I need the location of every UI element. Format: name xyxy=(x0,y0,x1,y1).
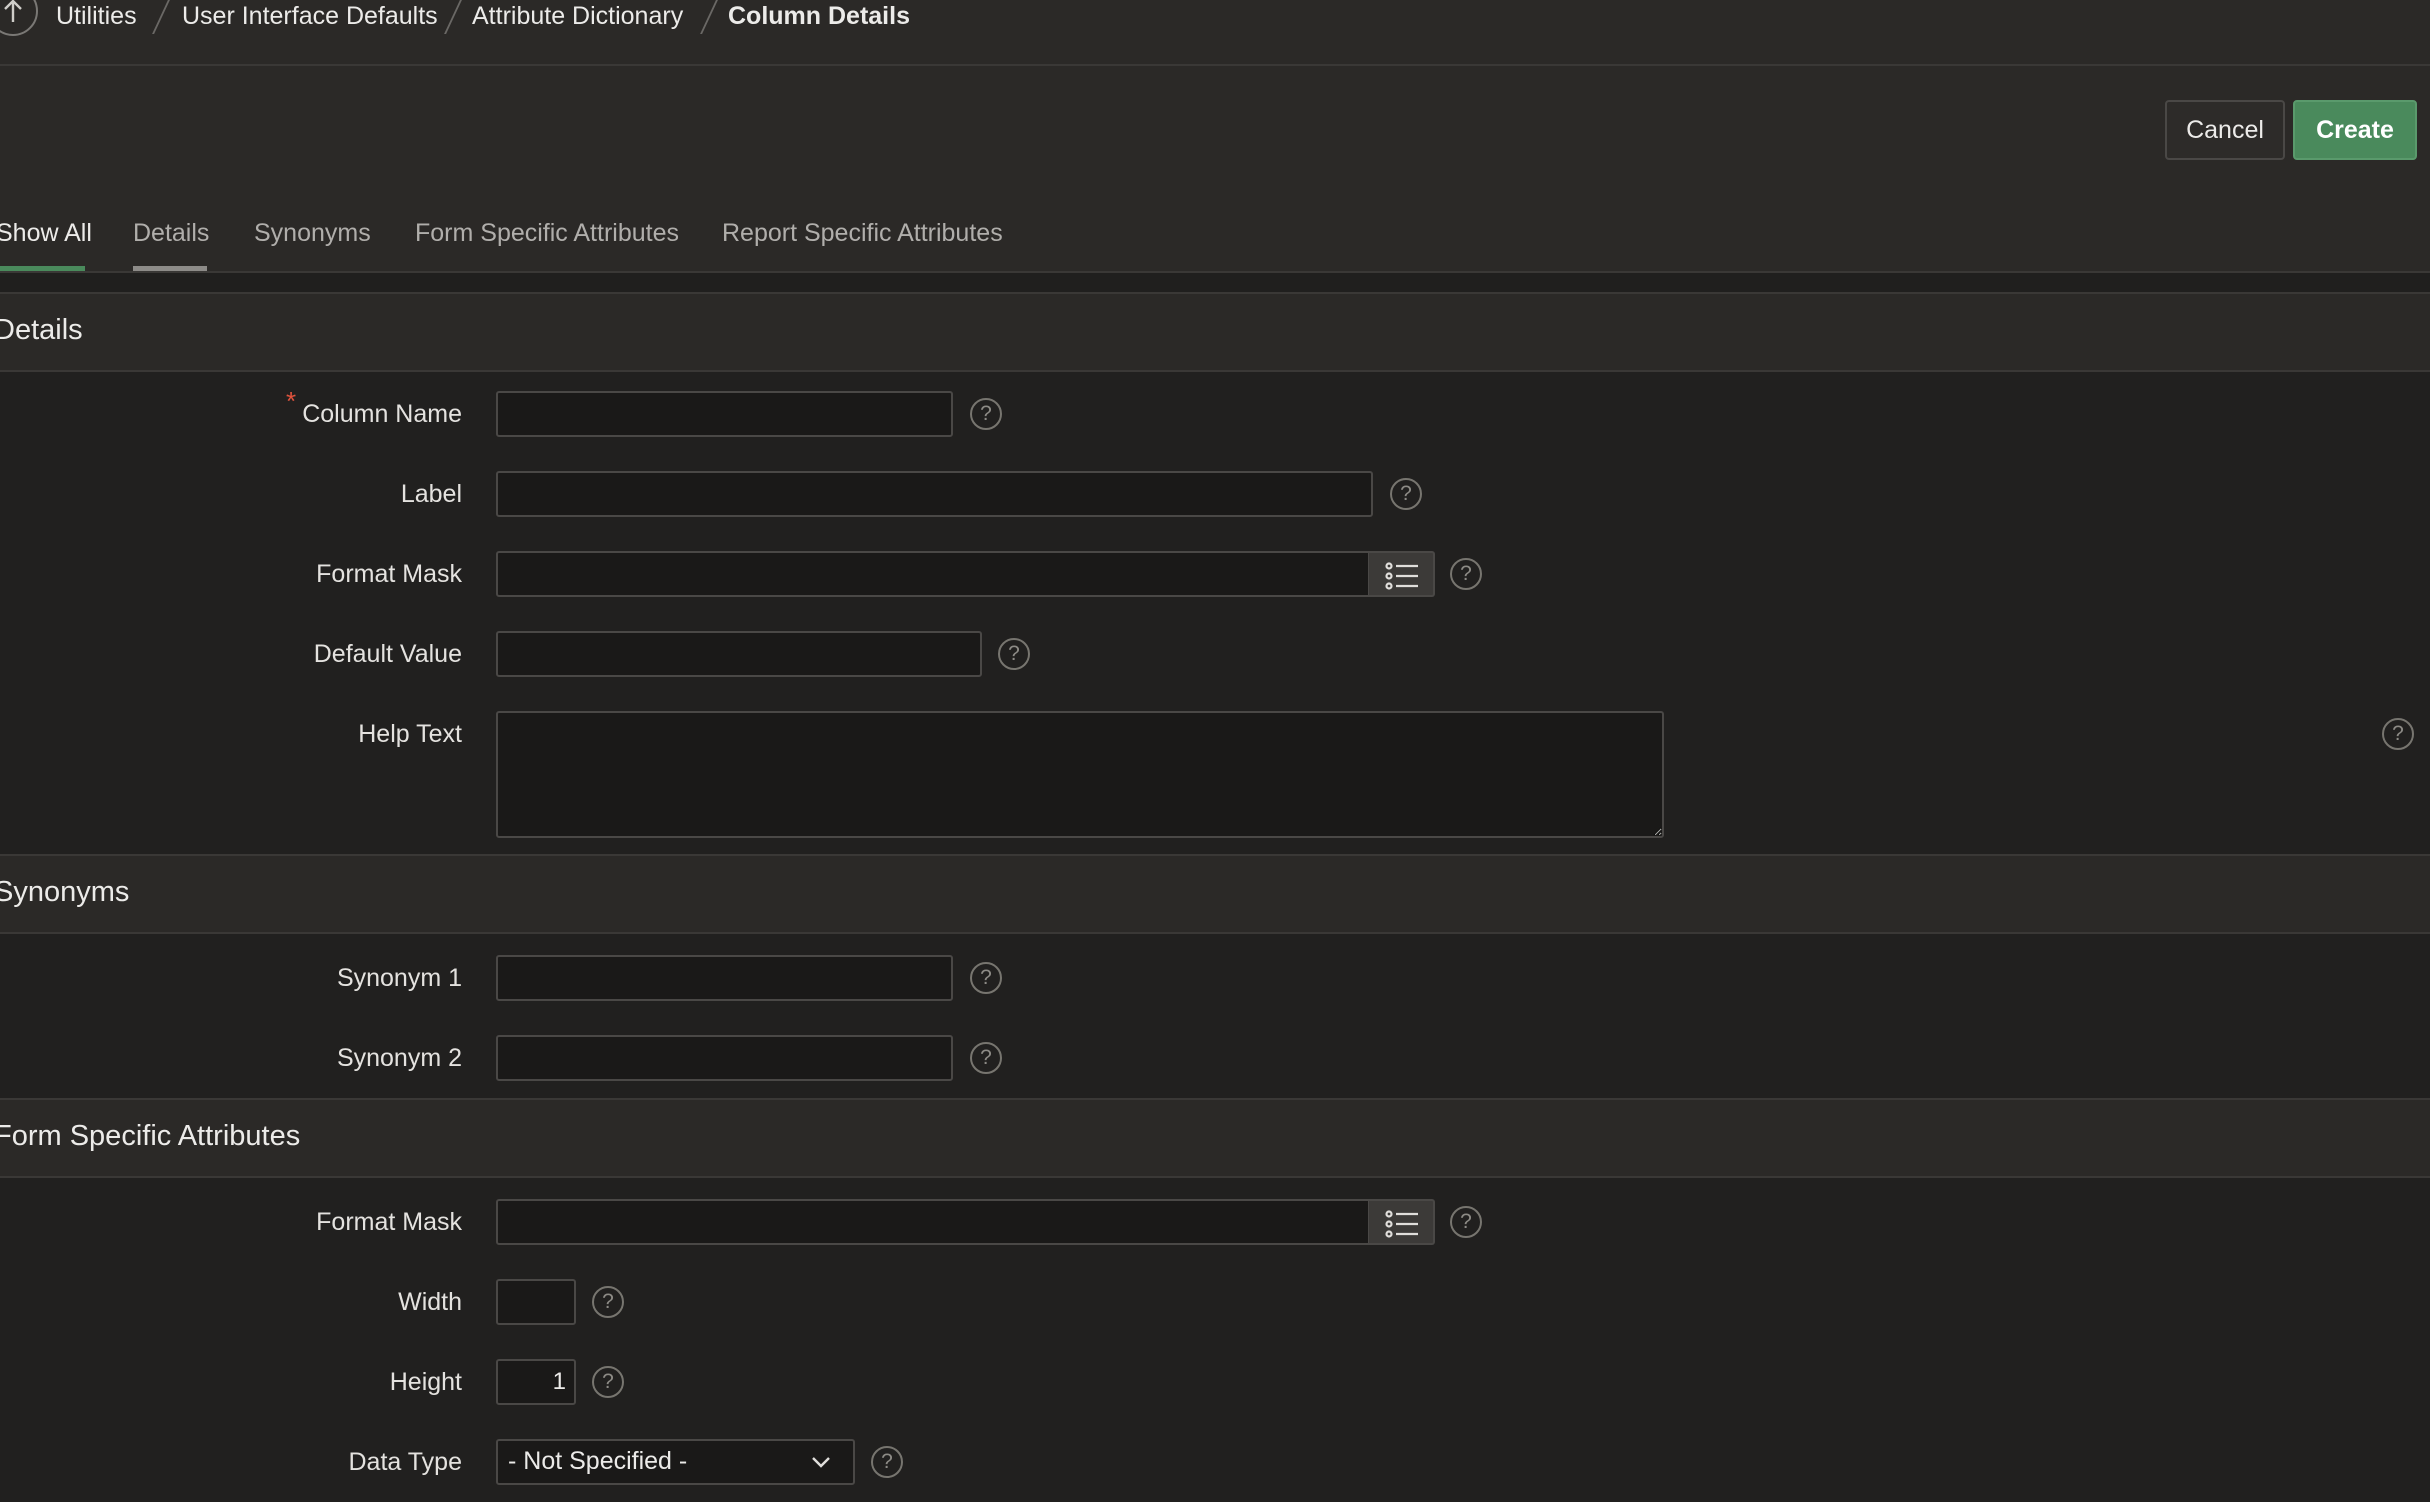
tab-report-specific-attributes[interactable]: Report Specific Attributes xyxy=(722,219,1003,248)
data-type-select[interactable]: - Not Specified - xyxy=(496,1439,855,1485)
synonym-1-input[interactable] xyxy=(496,955,953,1001)
breadcrumb-column-details: Column Details xyxy=(728,2,910,30)
tab-form-specific-attributes[interactable]: Form Specific Attributes xyxy=(415,219,679,248)
breadcrumb-separator xyxy=(700,0,718,34)
details-section-header: Details xyxy=(0,292,2430,372)
default-value-label: Default Value xyxy=(313,640,462,668)
form-format-mask-list-button[interactable] xyxy=(1369,1199,1435,1245)
tab-details[interactable]: Details xyxy=(133,219,209,248)
chevron-down-icon xyxy=(812,1457,830,1468)
breadcrumb-separator xyxy=(152,0,170,34)
format-mask-label: Format Mask xyxy=(316,560,462,588)
synonyms-section-title: Synonyms xyxy=(0,876,130,908)
arrow-up-icon[interactable] xyxy=(0,0,38,36)
help-icon[interactable]: ? xyxy=(1390,478,1422,510)
help-icon[interactable]: ? xyxy=(592,1286,624,1318)
help-icon[interactable]: ? xyxy=(970,398,1002,430)
help-icon[interactable]: ? xyxy=(970,962,1002,994)
synonyms-section-header: Synonyms xyxy=(0,854,2430,934)
tab-synonyms[interactable]: Synonyms xyxy=(254,219,371,248)
data-type-selected-value: - Not Specified - xyxy=(508,1447,688,1475)
help-icon[interactable]: ? xyxy=(871,1446,903,1478)
synonym-2-input[interactable] xyxy=(496,1035,953,1081)
cancel-button[interactable]: Cancel xyxy=(2165,100,2285,160)
tab-show-all-underline xyxy=(0,266,85,271)
column-name-input[interactable] xyxy=(496,391,953,437)
help-icon[interactable]: ? xyxy=(2382,718,2414,750)
details-section-title: Details xyxy=(0,314,83,346)
height-label: Height xyxy=(389,1368,462,1396)
help-icon[interactable]: ? xyxy=(592,1366,624,1398)
data-type-label: Data Type xyxy=(348,1448,462,1476)
synonyms-section-body xyxy=(0,934,2430,1098)
width-input[interactable] xyxy=(496,1279,576,1325)
help-icon[interactable]: ? xyxy=(1450,1206,1482,1238)
format-mask-input[interactable] xyxy=(496,551,1370,597)
format-mask-list-button[interactable] xyxy=(1369,551,1435,597)
breadcrumb-separator xyxy=(444,0,462,34)
tab-details-underline xyxy=(133,266,207,271)
breadcrumb-bar: Utilities User Interface Defaults Attrib… xyxy=(0,0,2430,66)
synonym-2-label: Synonym 2 xyxy=(336,1044,462,1072)
form-format-mask-label: Format Mask xyxy=(316,1208,462,1236)
help-icon[interactable]: ? xyxy=(970,1042,1002,1074)
label-label: Label xyxy=(400,480,462,508)
help-text-textarea[interactable] xyxy=(496,711,1664,838)
help-text-label: Help Text xyxy=(358,720,462,748)
width-label: Width xyxy=(398,1288,462,1316)
form-format-mask-input[interactable] xyxy=(496,1199,1370,1245)
breadcrumb-attribute-dictionary[interactable]: Attribute Dictionary xyxy=(472,2,683,31)
default-value-input[interactable] xyxy=(496,631,982,677)
height-input[interactable] xyxy=(496,1359,576,1405)
help-icon[interactable]: ? xyxy=(998,638,1030,670)
synonym-1-label: Synonym 1 xyxy=(336,964,462,992)
create-button[interactable]: Create xyxy=(2293,100,2417,160)
form-specific-section-title: Form Specific Attributes xyxy=(0,1120,301,1152)
help-icon[interactable]: ? xyxy=(1450,558,1482,590)
list-icon xyxy=(1385,562,1418,590)
column-name-label: Column Name xyxy=(302,400,462,428)
list-icon xyxy=(1385,1210,1418,1238)
label-input[interactable] xyxy=(496,471,1373,517)
breadcrumb-utilities[interactable]: Utilities xyxy=(56,2,137,31)
tab-show-all[interactable]: Show All xyxy=(0,219,92,248)
form-specific-section-header: Form Specific Attributes xyxy=(0,1098,2430,1178)
breadcrumb-user-interface-defaults[interactable]: User Interface Defaults xyxy=(182,2,438,31)
